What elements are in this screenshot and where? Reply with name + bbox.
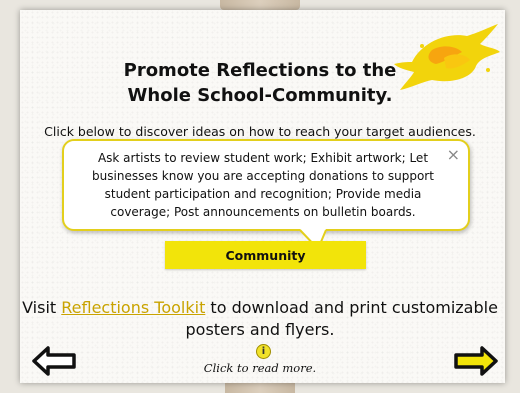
community-button[interactable]: Community xyxy=(165,241,366,269)
visit-suffix: to download and print customizable poste… xyxy=(185,298,498,339)
easel-top xyxy=(220,0,300,10)
title-line-2: Whole School-Community. xyxy=(127,85,393,106)
read-more-link[interactable]: Click to read more. xyxy=(0,361,520,375)
visit-prefix: Visit xyxy=(22,298,62,317)
info-icon[interactable]: i xyxy=(256,344,271,359)
tip-callout: Ask artists to review student work; Exhi… xyxy=(62,139,470,231)
callout-text: Ask artists to review student work; Exhi… xyxy=(92,151,434,219)
title-line-1: Promote Reflections to the xyxy=(123,60,397,81)
page-title: Promote Reflections to the Whole School-… xyxy=(0,58,520,108)
visit-text: Visit Reflections Toolkit to download an… xyxy=(0,297,520,341)
subtitle: Click below to discover ideas on how to … xyxy=(44,124,476,139)
reflections-toolkit-link[interactable]: Reflections Toolkit xyxy=(61,298,205,317)
close-icon[interactable]: × xyxy=(447,145,460,164)
easel-bottom xyxy=(225,383,295,393)
